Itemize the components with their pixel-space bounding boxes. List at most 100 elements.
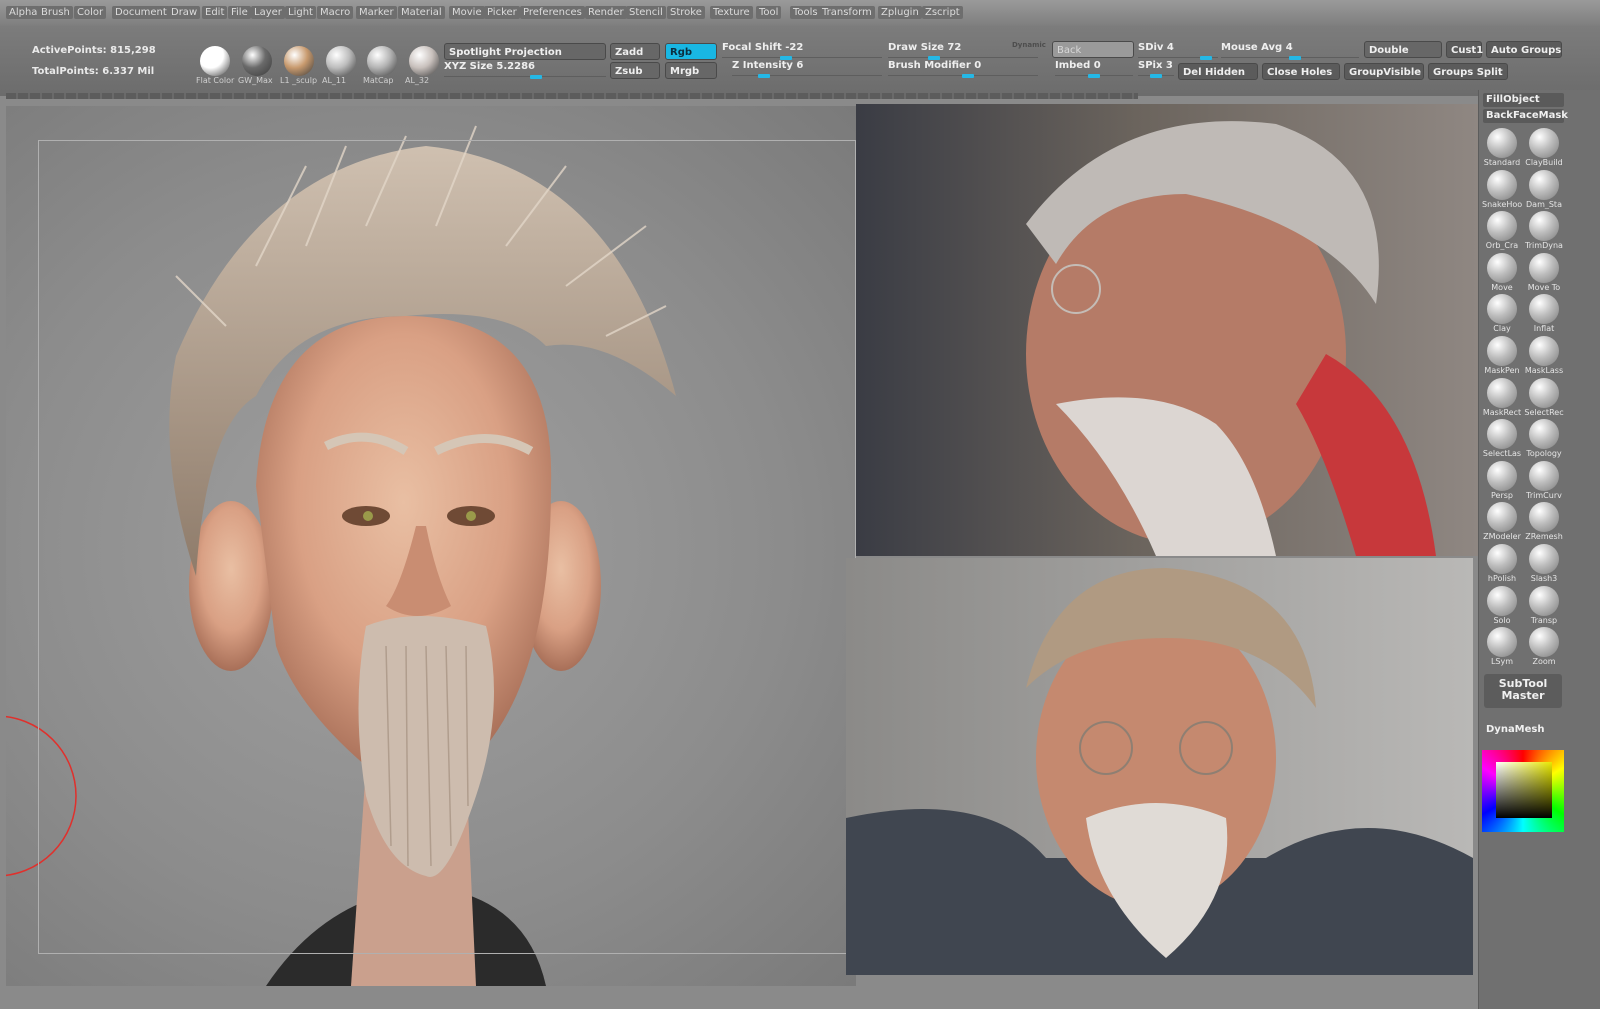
menu-layer[interactable]: Layer xyxy=(251,6,285,19)
menu-tools[interactable]: Tools xyxy=(790,6,821,19)
menu-render[interactable]: Render xyxy=(585,6,627,19)
sdiv-knob[interactable] xyxy=(1200,56,1212,60)
cust1-button[interactable]: Cust1 xyxy=(1446,41,1483,58)
zadd-button[interactable]: Zadd xyxy=(610,43,660,60)
brush-transp[interactable]: Transp xyxy=(1524,584,1564,626)
xyz-size-knob[interactable] xyxy=(530,75,542,79)
imbed-knob[interactable] xyxy=(1088,74,1100,78)
menu-material[interactable]: Material xyxy=(398,6,445,19)
menu-light[interactable]: Light xyxy=(285,6,316,19)
xyz-size-slider[interactable]: XYZ Size 5.2286 xyxy=(444,60,606,79)
menu-file[interactable]: File xyxy=(228,6,251,19)
brush-orb-cra[interactable]: Orb_Cra xyxy=(1482,209,1522,251)
brush-zoom[interactable]: Zoom xyxy=(1524,625,1564,667)
zsub-button[interactable]: Zsub xyxy=(610,62,660,79)
material-swatch[interactable] xyxy=(284,46,314,76)
menu-draw[interactable]: Draw xyxy=(168,6,201,19)
brush-maskrect[interactable]: MaskRect xyxy=(1482,376,1522,418)
brush-topology[interactable]: Topology xyxy=(1524,417,1564,459)
menu-document[interactable]: Document xyxy=(112,6,170,19)
menu-picker[interactable]: Picker xyxy=(484,6,520,19)
brush-persp[interactable]: Persp xyxy=(1482,459,1522,501)
brush-dam-sta[interactable]: Dam_Sta xyxy=(1524,168,1564,210)
menu-alpha[interactable]: Alpha xyxy=(6,6,41,19)
fill-object-button[interactable]: FillObject xyxy=(1483,93,1564,107)
menu-transform[interactable]: Transform xyxy=(819,6,875,19)
menu-stroke[interactable]: Stroke xyxy=(667,6,705,19)
reference-photo-front xyxy=(846,558,1473,975)
brush-maskpen[interactable]: MaskPen xyxy=(1482,334,1522,376)
material-swatch[interactable] xyxy=(367,46,397,76)
menu-movie[interactable]: Movie xyxy=(449,6,485,19)
brush-lsym[interactable]: LSym xyxy=(1482,625,1522,667)
z-intensity-knob[interactable] xyxy=(758,74,770,78)
brush-move-to[interactable]: Move To xyxy=(1524,251,1564,293)
menu-tool[interactable]: Tool xyxy=(756,6,782,19)
menu-zplugin[interactable]: Zplugin xyxy=(878,6,922,19)
material-swatch[interactable] xyxy=(200,46,230,76)
brush-inflat[interactable]: Inflat xyxy=(1524,292,1564,334)
color-saturation-square[interactable] xyxy=(1496,762,1552,818)
canvas-viewport[interactable] xyxy=(0,106,856,986)
material-label: Flat Color xyxy=(196,76,235,85)
subtool-master-button[interactable]: SubTool Master xyxy=(1484,674,1562,708)
menu-macro[interactable]: Macro xyxy=(317,6,354,19)
group-visible-button[interactable]: GroupVisible xyxy=(1344,63,1424,80)
imbed-slider[interactable]: Imbed 0 xyxy=(1055,59,1133,78)
brush-selectrec[interactable]: SelectRec xyxy=(1524,376,1564,418)
brush-solo[interactable]: Solo xyxy=(1482,584,1522,626)
groups-split-button[interactable]: Groups Split xyxy=(1428,63,1508,80)
backface-mask-button[interactable]: BackFaceMask xyxy=(1483,109,1568,123)
brush-masklass[interactable]: MaskLass xyxy=(1524,334,1564,376)
material-swatch[interactable] xyxy=(242,46,272,76)
brush-label: SelectRec xyxy=(1524,407,1564,417)
menu-stencil[interactable]: Stencil xyxy=(626,6,666,19)
mouse-avg-slider[interactable]: Mouse Avg 4 xyxy=(1221,41,1359,60)
double-button[interactable]: Double xyxy=(1364,41,1442,58)
brush-label: MaskLass xyxy=(1524,366,1564,375)
auto-groups-button[interactable]: Auto Groups xyxy=(1486,41,1562,58)
brush-trimcurv[interactable]: TrimCurv xyxy=(1524,459,1564,501)
spix-knob[interactable] xyxy=(1150,74,1162,78)
material-swatch[interactable] xyxy=(409,46,439,76)
mrgb-button[interactable]: Mrgb xyxy=(665,62,717,79)
mouse-avg-knob[interactable] xyxy=(1289,56,1301,60)
document-scroll-strip[interactable] xyxy=(6,93,1138,99)
spix-slider[interactable]: SPix 3 xyxy=(1138,59,1174,78)
brush-thumbnail xyxy=(1529,377,1559,408)
brush-standard[interactable]: Standard xyxy=(1482,126,1522,168)
z-intensity-slider[interactable]: Z Intensity 6 xyxy=(732,59,882,78)
brush-zmodeler[interactable]: ZModeler xyxy=(1482,500,1522,542)
brush-slash3[interactable]: Slash3 xyxy=(1524,542,1564,584)
del-hidden-button[interactable]: Del Hidden xyxy=(1178,63,1258,80)
focal-shift-slider[interactable]: Focal Shift -22 xyxy=(722,41,882,60)
brush-claybuild[interactable]: ClayBuild xyxy=(1524,126,1564,168)
menu-color[interactable]: Color xyxy=(74,6,107,19)
brush-move[interactable]: Move xyxy=(1482,251,1522,293)
menu-preferences[interactable]: Preferences xyxy=(520,6,585,19)
close-holes-button[interactable]: Close Holes xyxy=(1262,63,1340,80)
z-intensity-label: Z Intensity 6 xyxy=(732,60,804,71)
brush-hpolish[interactable]: hPolish xyxy=(1482,542,1522,584)
brush-thumbnail xyxy=(1529,585,1559,616)
brush-snakehoo[interactable]: SnakeHoo xyxy=(1482,168,1522,210)
brush-selectlas[interactable]: SelectLas xyxy=(1482,417,1522,459)
spotlight-projection-button[interactable]: Spotlight Projection xyxy=(444,43,606,60)
sdiv-slider[interactable]: SDiv 4 xyxy=(1138,41,1218,60)
menu-edit[interactable]: Edit xyxy=(202,6,228,19)
rgb-button[interactable]: Rgb xyxy=(665,43,717,60)
mouse-avg-label: Mouse Avg 4 xyxy=(1221,42,1293,53)
menu-zscript[interactable]: Zscript xyxy=(922,6,963,19)
color-picker[interactable] xyxy=(1482,750,1564,832)
material-swatch[interactable] xyxy=(326,46,356,76)
brush-zremesh[interactable]: ZRemesh xyxy=(1524,500,1564,542)
brush-trimdyna[interactable]: TrimDyna xyxy=(1524,209,1564,251)
menu-marker[interactable]: Marker xyxy=(356,6,397,19)
menu-brush[interactable]: Brush xyxy=(38,6,73,19)
back-button[interactable]: Back xyxy=(1052,41,1134,58)
dynamesh-label[interactable]: DynaMesh xyxy=(1486,724,1545,735)
menu-texture[interactable]: Texture xyxy=(710,6,753,19)
brush-modifier-knob[interactable] xyxy=(962,74,974,78)
brush-modifier-slider[interactable]: Brush Modifier 0 xyxy=(888,59,1038,78)
brush-clay[interactable]: Clay xyxy=(1482,292,1522,334)
